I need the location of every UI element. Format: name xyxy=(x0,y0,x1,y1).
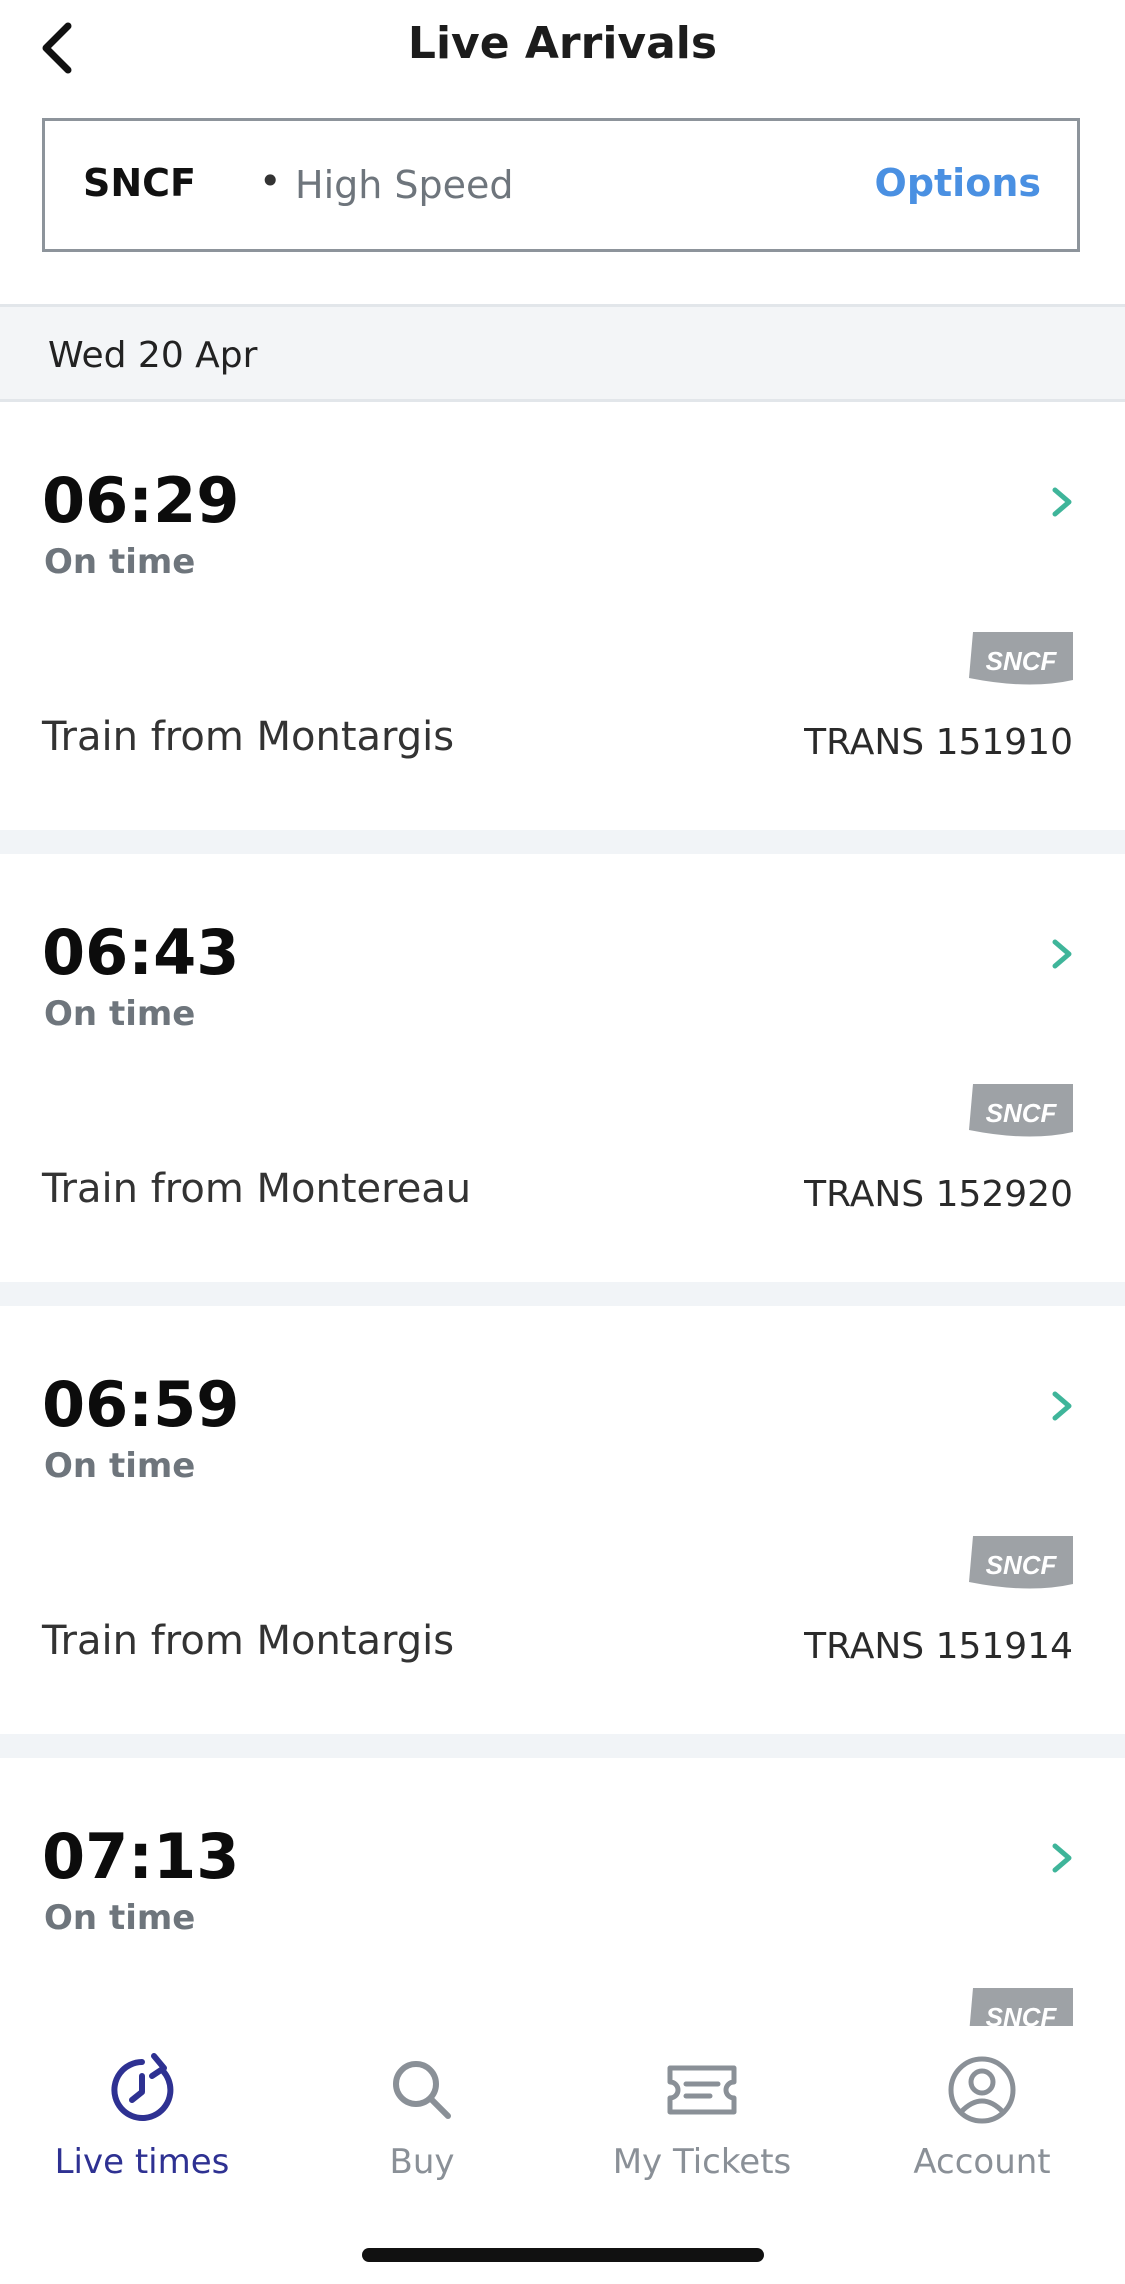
chevron-right-icon[interactable] xyxy=(1049,484,1075,520)
arrival-origin: Train from Montereau xyxy=(42,1166,472,1212)
train-number: TRANS 151910 xyxy=(804,722,1073,763)
arrival-status: On time xyxy=(44,1898,196,1938)
arrival-card[interactable]: 06:43 On time SNCF Train from Montereau … xyxy=(0,854,1125,1306)
app-header: Live Arrivals xyxy=(0,0,1125,100)
arrival-status: On time xyxy=(44,994,196,1034)
operator-filter-box[interactable]: SNCF • High Speed Options xyxy=(42,118,1080,252)
arrival-origin: Train from Montargis xyxy=(42,714,455,760)
svg-text:SNCF: SNCF xyxy=(986,646,1058,676)
svg-text:SNCF: SNCF xyxy=(986,1550,1058,1580)
tab-label: My Tickets xyxy=(612,2142,792,2182)
tab-live-times[interactable]: Live times xyxy=(2,2052,282,2182)
arrival-card[interactable]: 06:29 On time SNCF Train from Montargis … xyxy=(0,402,1125,854)
date-section-header: Wed 20 Apr xyxy=(0,304,1125,402)
tab-label: Buy xyxy=(389,2142,455,2182)
tab-label: Account xyxy=(913,2142,1051,2182)
arrival-card[interactable]: 06:59 On time SNCF Train from Montargis … xyxy=(0,1306,1125,1758)
operator-name: SNCF xyxy=(83,161,197,205)
date-label: Wed 20 Apr xyxy=(48,335,258,376)
search-icon xyxy=(393,2061,451,2119)
arrival-status: On time xyxy=(44,1446,196,1486)
train-number: TRANS 152920 xyxy=(804,1174,1073,1215)
arrival-time: 06:43 xyxy=(42,916,240,989)
tab-label: Live times xyxy=(54,2142,230,2182)
chevron-right-icon[interactable] xyxy=(1049,1388,1075,1424)
options-link[interactable]: Options xyxy=(875,161,1041,205)
sncf-logo: SNCF xyxy=(969,1084,1073,1137)
arrival-origin: Train from Montargis xyxy=(42,1618,455,1664)
service-mode: High Speed xyxy=(295,163,514,207)
tab-account[interactable]: Account xyxy=(842,2052,1122,2182)
sncf-logo: SNCF xyxy=(969,632,1073,685)
bottom-tab-bar: Live times Buy My Tickets Account xyxy=(0,2026,1125,2284)
clock-refresh-icon xyxy=(111,2053,174,2121)
arrivals-list: 06:29 On time SNCF Train from Montargis … xyxy=(0,402,1125,2210)
tab-buy[interactable]: Buy xyxy=(282,2052,562,2182)
train-number: TRANS 151914 xyxy=(804,1626,1073,1667)
ticket-icon xyxy=(667,2065,737,2115)
page-title: Live Arrivals xyxy=(407,18,718,69)
home-indicator xyxy=(362,2248,764,2262)
arrival-status: On time xyxy=(44,542,196,582)
arrival-time: 06:59 xyxy=(42,1368,240,1441)
chevron-right-icon[interactable] xyxy=(1049,1840,1075,1876)
account-icon xyxy=(948,2056,1016,2124)
sncf-logo: SNCF xyxy=(969,1536,1073,1589)
arrival-time: 06:29 xyxy=(42,464,240,537)
arrival-time: 07:13 xyxy=(42,1820,240,1893)
tab-my-tickets[interactable]: My Tickets xyxy=(562,2052,842,2182)
chevron-right-icon[interactable] xyxy=(1049,936,1075,972)
svg-text:SNCF: SNCF xyxy=(986,1098,1058,1128)
separator-dot: • xyxy=(259,159,282,203)
